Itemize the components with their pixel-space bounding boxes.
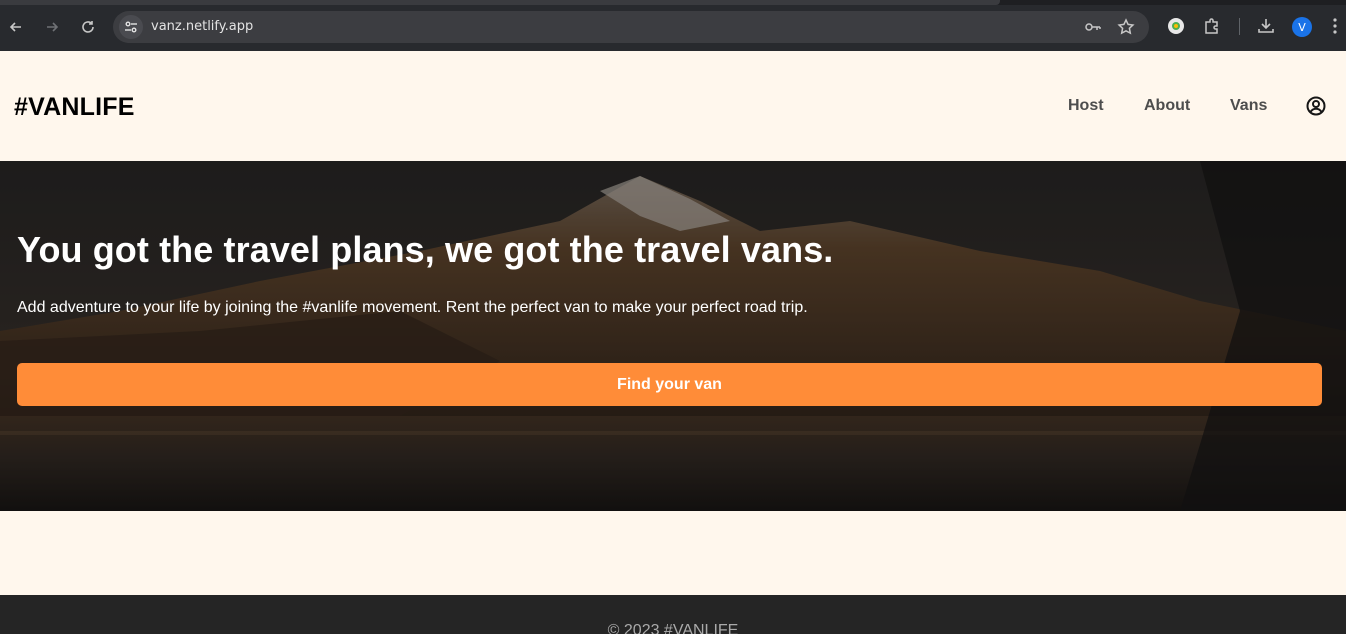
profile-avatar[interactable]: V (1292, 17, 1312, 37)
copyright-text: © 2023 #VANLIFE (607, 622, 739, 634)
page: #VANLIFE Host About Vans You got the tra… (0, 51, 1346, 634)
nav-link-vans[interactable]: Vans (1230, 97, 1267, 115)
find-your-van-button[interactable]: Find your van (17, 363, 1322, 406)
site-logo[interactable]: #VANLIFE (14, 93, 135, 122)
active-tab[interactable] (0, 0, 1000, 5)
toolbar-divider (1239, 18, 1240, 35)
tune-icon[interactable] (119, 15, 143, 39)
chrome-extension-icon[interactable] (1166, 16, 1186, 36)
puzzle-icon[interactable] (1202, 16, 1222, 36)
star-icon[interactable] (1117, 18, 1135, 36)
reload-icon[interactable] (77, 16, 99, 38)
key-icon[interactable] (1084, 18, 1102, 36)
hero-subtitle: Add adventure to your life by joining th… (17, 299, 808, 316)
nav-link-host[interactable]: Host (1068, 97, 1104, 115)
kebab-menu-icon[interactable] (1328, 16, 1342, 36)
download-icon[interactable] (1256, 16, 1276, 36)
site-header: #VANLIFE Host About Vans (0, 51, 1346, 161)
nav-link-about[interactable]: About (1144, 97, 1190, 115)
user-circle-icon[interactable] (1305, 95, 1327, 117)
url-text[interactable]: vanz.netlify.app (151, 19, 253, 34)
tab-strip (0, 0, 1346, 5)
hero-background-image (0, 161, 1346, 511)
site-footer: © 2023 #VANLIFE (0, 595, 1346, 634)
hero-title: You got the travel plans, we got the tra… (17, 229, 834, 270)
browser-toolbar: vanz.netlify.app V (0, 0, 1346, 51)
address-bar[interactable]: vanz.netlify.app (113, 11, 1149, 43)
forward-arrow-icon[interactable] (41, 16, 63, 38)
hero-section: You got the travel plans, we got the tra… (0, 161, 1346, 511)
back-arrow-icon[interactable] (5, 16, 27, 38)
